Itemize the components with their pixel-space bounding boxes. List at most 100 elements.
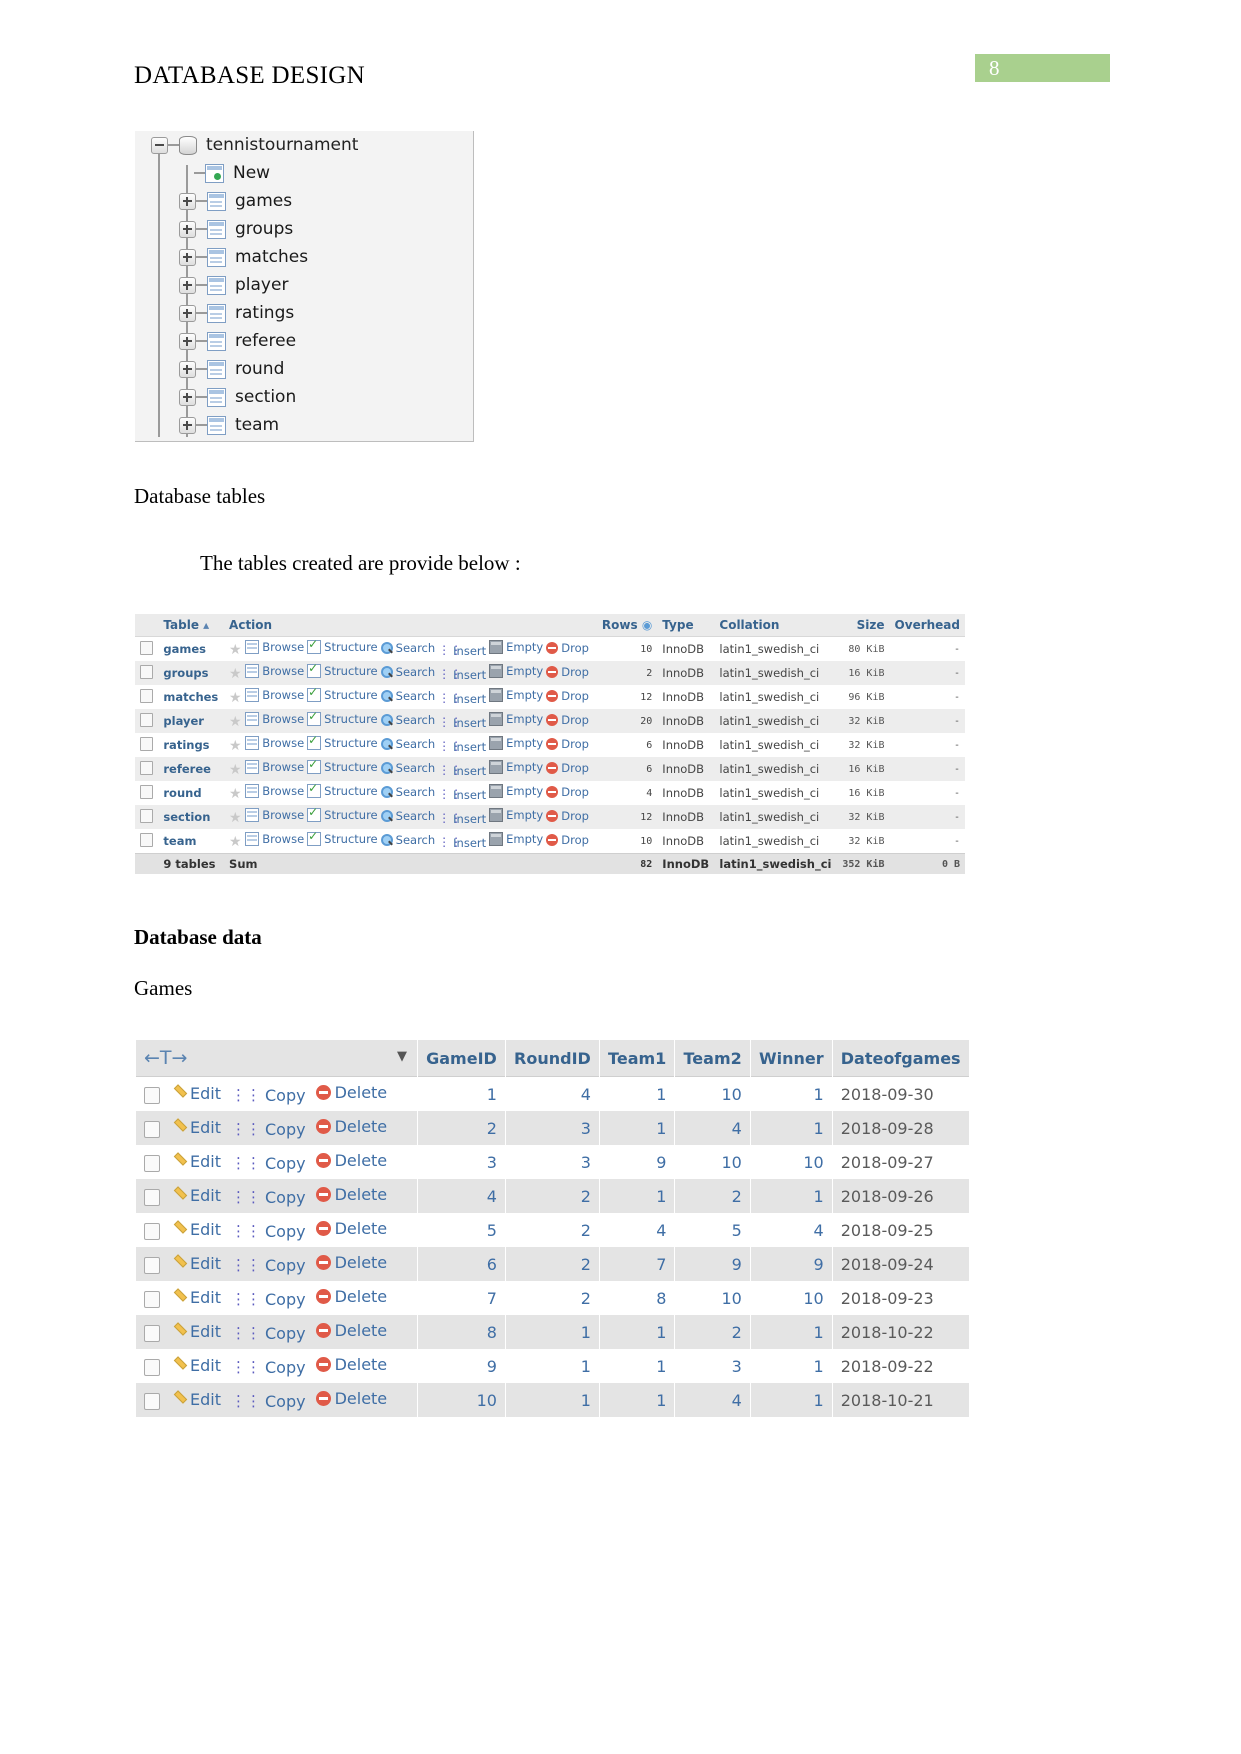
action-structure[interactable]: Structure [307, 829, 378, 846]
row-action-copy[interactable]: ⋮⋮ Copy [231, 1324, 306, 1343]
action-search[interactable]: Search [380, 689, 435, 703]
row-action-copy[interactable]: ⋮⋮ Copy [231, 1358, 306, 1377]
table-name-cell[interactable]: games [158, 637, 224, 662]
action-structure[interactable]: Structure [307, 637, 378, 654]
action-drop[interactable]: Drop [546, 785, 589, 799]
th-winner[interactable]: Winner [750, 1040, 832, 1077]
chevron-down-icon[interactable]: ▼ [397, 1049, 407, 1064]
action-insert[interactable]: ⋮⋮ Insert [438, 644, 486, 658]
action-structure[interactable]: Structure [307, 781, 378, 798]
row-action-edit[interactable]: Edit [172, 1390, 221, 1409]
action-insert[interactable]: ⋮⋮ Insert [438, 788, 486, 802]
favorite-star-icon[interactable]: ★ [229, 834, 242, 850]
action-browse[interactable]: Browse [245, 712, 304, 726]
favorite-star-icon[interactable]: ★ [229, 666, 242, 682]
th-rows[interactable]: Rows ◉ [596, 614, 658, 637]
row-action-delete[interactable]: Delete [315, 1253, 387, 1272]
action-structure[interactable]: Structure [307, 661, 378, 678]
checkbox-icon[interactable] [140, 736, 153, 751]
action-drop[interactable]: Drop [546, 833, 589, 847]
table-name-cell[interactable]: groups [158, 661, 224, 685]
row-action-copy[interactable]: ⋮⋮ Copy [231, 1256, 306, 1275]
tree-item-round[interactable]: round [135, 355, 473, 383]
row-action-edit[interactable]: Edit [172, 1220, 221, 1239]
row-action-edit[interactable]: Edit [172, 1186, 221, 1205]
action-drop[interactable]: Drop [546, 737, 589, 751]
checkbox-icon[interactable] [144, 1223, 160, 1240]
expand-icon[interactable] [179, 388, 196, 406]
table-name-cell[interactable]: matches [158, 685, 224, 709]
expand-icon[interactable] [179, 248, 196, 266]
action-browse[interactable]: Browse [245, 688, 304, 702]
row-action-copy[interactable]: ⋮⋮ Copy [231, 1392, 306, 1411]
row-action-copy[interactable]: ⋮⋮ Copy [231, 1188, 306, 1207]
checkbox-icon[interactable] [144, 1291, 160, 1308]
action-insert[interactable]: ⋮⋮ Insert [438, 836, 486, 850]
checkbox-icon[interactable] [140, 808, 153, 823]
checkbox-icon[interactable] [140, 712, 153, 727]
checkbox-icon[interactable] [144, 1257, 160, 1274]
checkbox-icon[interactable] [144, 1155, 160, 1172]
th-team1[interactable]: Team1 [599, 1040, 675, 1077]
tree-item-section[interactable]: section [135, 383, 473, 411]
th-size[interactable]: Size [837, 614, 890, 637]
action-structure[interactable]: Structure [307, 709, 378, 726]
action-browse[interactable]: Browse [245, 640, 304, 654]
action-insert[interactable]: ⋮⋮ Insert [438, 764, 486, 778]
row-action-copy[interactable]: ⋮⋮ Copy [231, 1120, 306, 1139]
checkbox-icon[interactable] [140, 664, 153, 679]
row-action-copy[interactable]: ⋮⋮ Copy [231, 1086, 306, 1105]
action-browse[interactable]: Browse [245, 760, 304, 774]
row-checkbox-cell[interactable] [135, 781, 158, 805]
th-roundid[interactable]: RoundID [505, 1040, 599, 1077]
action-drop[interactable]: Drop [546, 809, 589, 823]
row-action-edit[interactable]: Edit [172, 1084, 221, 1103]
favorite-star-icon[interactable]: ★ [229, 690, 242, 706]
th-overhead[interactable]: Overhead [889, 614, 965, 637]
row-checkbox-cell[interactable] [135, 733, 158, 757]
action-search[interactable]: Search [380, 785, 435, 799]
action-empty[interactable]: Empty [489, 784, 543, 798]
row-checkbox-cell[interactable] [135, 829, 158, 854]
tree-item-games[interactable]: games [135, 187, 473, 215]
action-search[interactable]: Search [380, 713, 435, 727]
row-action-copy[interactable]: ⋮⋮ Copy [231, 1222, 306, 1241]
favorite-star-icon[interactable]: ★ [229, 738, 242, 754]
row-action-edit[interactable]: Edit [172, 1288, 221, 1307]
action-empty[interactable]: Empty [489, 832, 543, 846]
checkbox-icon[interactable] [140, 832, 153, 847]
favorite-star-icon[interactable]: ★ [229, 762, 242, 778]
action-search[interactable]: Search [380, 761, 435, 775]
sort-control-label[interactable]: ←T→ [144, 1047, 187, 1069]
expand-icon[interactable] [179, 416, 196, 434]
checkbox-icon[interactable] [140, 688, 153, 703]
action-structure[interactable]: Structure [307, 757, 378, 774]
checkbox-icon[interactable] [140, 760, 153, 775]
action-drop[interactable]: Drop [546, 689, 589, 703]
action-search[interactable]: Search [380, 833, 435, 847]
row-action-edit[interactable]: Edit [172, 1322, 221, 1341]
th-dateofgames[interactable]: Dateofgames [832, 1040, 969, 1077]
row-checkbox-cell[interactable] [135, 637, 158, 662]
row-action-copy[interactable]: ⋮⋮ Copy [231, 1154, 306, 1173]
row-checkbox-cell[interactable] [135, 805, 158, 829]
action-insert[interactable]: ⋮⋮ Insert [438, 692, 486, 706]
action-drop[interactable]: Drop [546, 761, 589, 775]
action-browse[interactable]: Browse [245, 784, 304, 798]
action-browse[interactable]: Browse [245, 808, 304, 822]
row-action-delete[interactable]: Delete [315, 1083, 387, 1102]
row-action-delete[interactable]: Delete [315, 1355, 387, 1374]
action-empty[interactable]: Empty [489, 712, 543, 726]
table-name-cell[interactable]: round [158, 781, 224, 805]
checkbox-icon[interactable] [144, 1325, 160, 1342]
favorite-star-icon[interactable]: ★ [229, 786, 242, 802]
action-browse[interactable]: Browse [245, 736, 304, 750]
action-insert[interactable]: ⋮⋮ Insert [438, 740, 486, 754]
expand-icon[interactable] [179, 360, 196, 378]
action-search[interactable]: Search [380, 809, 435, 823]
expand-icon[interactable] [179, 276, 196, 294]
tree-item-ratings[interactable]: ratings [135, 299, 473, 327]
expand-icon[interactable] [179, 220, 196, 238]
row-action-edit[interactable]: Edit [172, 1152, 221, 1171]
table-name-cell[interactable]: player [158, 709, 224, 733]
